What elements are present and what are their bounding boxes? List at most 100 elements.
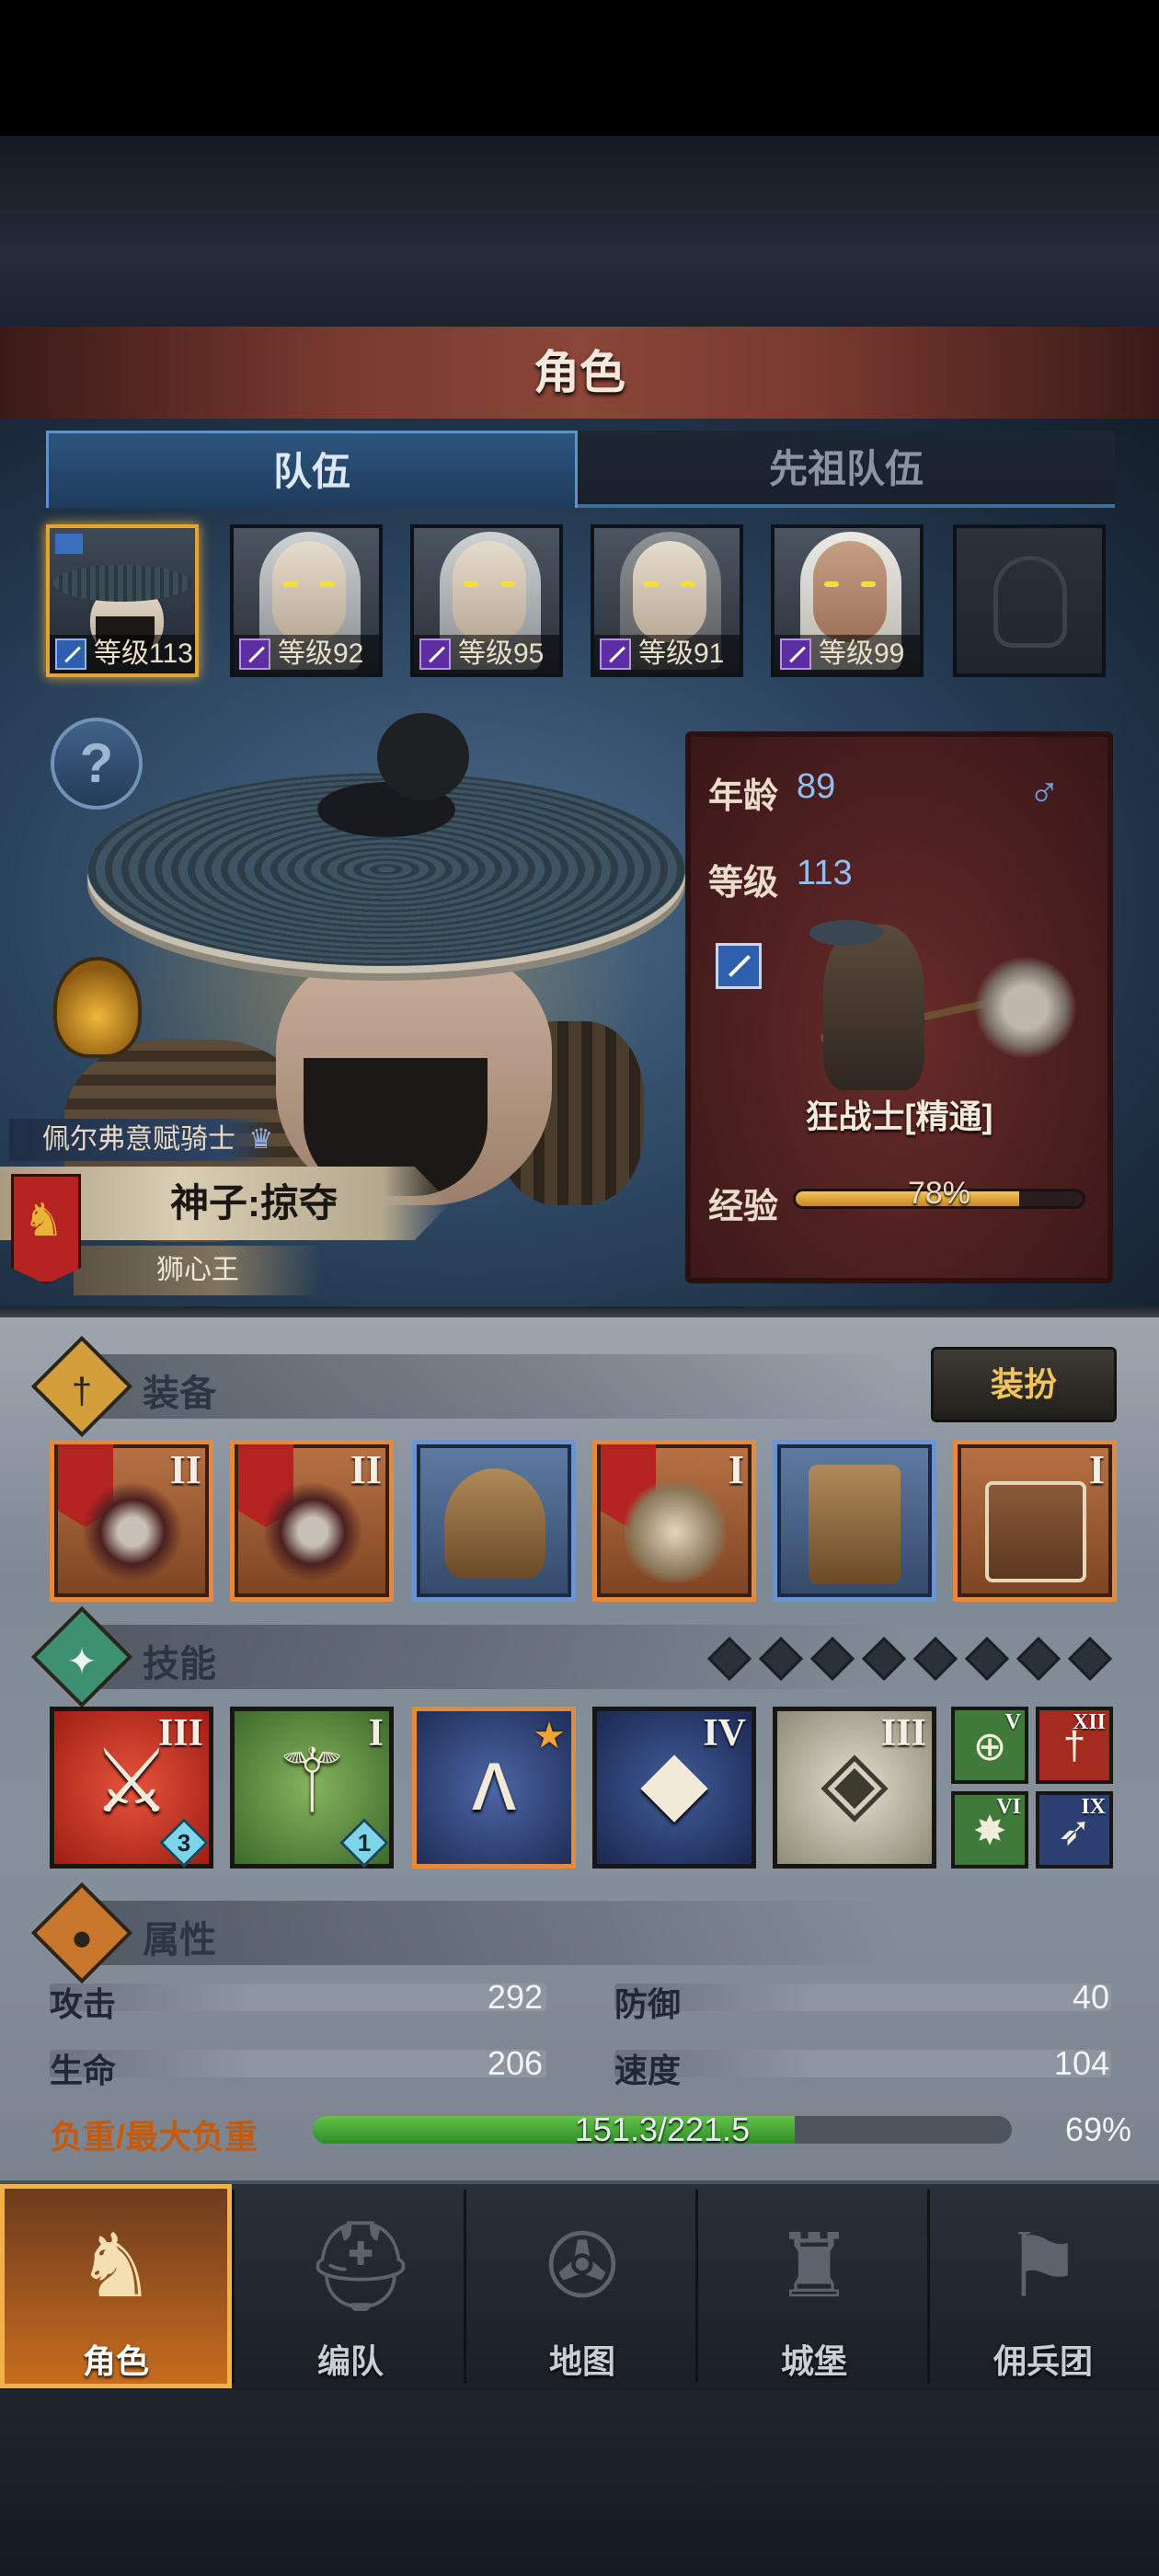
nav-castle[interactable]: ♜ 城堡 xyxy=(698,2184,930,2388)
load-percent: 69% xyxy=(1064,2110,1131,2148)
gender-male-icon: ♂ xyxy=(1028,766,1061,814)
help-button[interactable]: ? xyxy=(51,718,143,810)
exp-label: 经验 xyxy=(708,1188,779,1226)
tier-label: III xyxy=(880,1712,926,1754)
nav-label: 角色 xyxy=(82,2342,149,2380)
attributes-title: 属性 xyxy=(143,1920,216,1961)
skill-count: 1 xyxy=(357,1829,372,1857)
skill-slot-3[interactable]: ʌ ★ xyxy=(412,1707,576,1869)
star-badge-icon: ★ xyxy=(533,1716,566,1756)
portrait-eye xyxy=(320,581,335,587)
level-tag: 等级91 xyxy=(594,635,740,673)
skill-slot-1[interactable]: ⚔ III 3 xyxy=(50,1707,213,1869)
party-member-3[interactable]: 等级95 xyxy=(410,524,563,677)
exp-percent: 78% xyxy=(907,1176,971,1211)
crown-icon: ♛ xyxy=(248,1124,274,1155)
defense-value: 40 xyxy=(1072,1978,1109,2016)
empty-knight-icon xyxy=(993,556,1067,648)
portrait-eye xyxy=(464,581,478,587)
skill-slot-5[interactable]: ◈ III xyxy=(773,1707,936,1869)
party-member-empty-slot[interactable] xyxy=(953,524,1106,677)
party-member-4[interactable]: 等级91 xyxy=(591,524,743,677)
level-tag: 等级113 xyxy=(50,635,195,673)
passive-skill-3[interactable]: ✸ VI xyxy=(951,1791,1028,1869)
party-member-2[interactable]: 等级92 xyxy=(230,524,383,677)
level-value: 113 xyxy=(797,854,853,892)
halberd-head xyxy=(975,957,1076,1058)
tab-ancestor-team[interactable]: 先祖队伍 xyxy=(578,431,1115,508)
berserker-figure xyxy=(823,925,924,1090)
screen-bottom-bg xyxy=(0,2390,1159,2576)
top-banner-area xyxy=(0,136,1159,329)
portrait-face xyxy=(633,541,706,642)
age-label: 年龄 xyxy=(708,777,779,816)
nav-label: 地图 xyxy=(548,2342,615,2380)
speed-value: 104 xyxy=(1053,2044,1109,2082)
equipment-slot-boots[interactable] xyxy=(773,1440,936,1602)
skill-slot-4[interactable]: ◆ IV xyxy=(592,1707,756,1869)
defense-label: 防御 xyxy=(614,1985,682,2023)
star-icon: ✦ xyxy=(66,1641,98,1683)
class-sword-icon xyxy=(716,943,762,989)
portrait-eye xyxy=(861,581,876,587)
nav-character[interactable]: ♞ 角色 xyxy=(0,2184,232,2388)
castle-icon: ♜ xyxy=(774,2217,855,2316)
tier-label: I xyxy=(368,1712,384,1754)
portrait-face xyxy=(453,541,526,642)
hero-origin-label: 佩尔弗意赋骑士 xyxy=(42,1124,235,1155)
sword-icon: † xyxy=(71,1371,93,1412)
passive-skill-2[interactable]: † XII xyxy=(1036,1707,1113,1784)
nav-label: 编队 xyxy=(316,2342,384,2380)
equipment-slot-book[interactable]: I xyxy=(953,1440,1117,1602)
portrait-eye xyxy=(681,581,695,587)
class-staff-icon xyxy=(600,638,631,670)
leader-flag-icon xyxy=(55,534,83,554)
dress-up-button[interactable]: 装扮 xyxy=(931,1347,1117,1422)
equipment-slot-weapon-1[interactable]: II xyxy=(50,1440,213,1602)
hero-title: 狮心王 xyxy=(74,1246,322,1295)
portrait-eye xyxy=(824,581,839,587)
class-staff-icon xyxy=(780,638,811,670)
class-staff-icon xyxy=(239,638,270,670)
boots-icon xyxy=(809,1465,901,1584)
portrait-eye xyxy=(500,581,515,587)
attack-value: 292 xyxy=(487,1978,543,2016)
equipment-slot-weapon-2[interactable]: II xyxy=(230,1440,394,1602)
knight-icon: ♞ xyxy=(75,2217,156,2316)
passive-skill-1[interactable]: ⊕ V xyxy=(951,1707,1028,1784)
hero-origin: 佩尔弗意赋骑士 ♛ xyxy=(9,1119,276,1161)
nav-label: 佣兵团 xyxy=(993,2342,1093,2380)
tier-label: I xyxy=(1088,1447,1105,1492)
potion-icon[interactable] xyxy=(53,957,142,1058)
nav-mercenaries[interactable]: ⚑ 佣兵团 xyxy=(927,2184,1159,2388)
passive-skill-4[interactable]: ➶ IX xyxy=(1036,1791,1113,1869)
lion-banner-icon xyxy=(11,1174,81,1284)
portrait-face xyxy=(813,541,887,642)
tab-team[interactable]: 队伍 xyxy=(46,431,578,508)
speed-label: 速度 xyxy=(614,2052,682,2089)
skills-title: 技能 xyxy=(143,1644,216,1685)
tier-label: IV xyxy=(703,1712,746,1754)
spiked-axe-icon xyxy=(82,1481,183,1582)
party-member-5[interactable]: 等级99 xyxy=(771,524,924,677)
straw-hat-icon xyxy=(53,565,191,602)
level-tag: 等级99 xyxy=(775,635,920,673)
tier-label: I xyxy=(728,1447,744,1492)
equipment-slot-armor[interactable]: I xyxy=(592,1440,756,1602)
load-value: 151.3/221.5 xyxy=(574,2110,751,2148)
nav-label: 城堡 xyxy=(780,2342,847,2380)
skill-slot-2[interactable]: ⚚ I 1 xyxy=(230,1707,394,1869)
nav-map[interactable]: ✇ 地图 xyxy=(466,2184,698,2388)
level-label: 等级113 xyxy=(94,638,193,669)
equipment-slot-helmet[interactable] xyxy=(412,1440,576,1602)
party-member-1[interactable]: 等级113 xyxy=(46,524,199,677)
helmet-icon xyxy=(444,1468,545,1579)
page-title: 角色 xyxy=(534,347,625,398)
portrait-eye xyxy=(644,581,659,587)
berserker-hat xyxy=(809,920,883,946)
hp-label: 生命 xyxy=(50,2052,117,2089)
helmet-formation-icon: ⛑ xyxy=(304,2217,417,2316)
tome-icon xyxy=(985,1481,1086,1582)
nav-formation[interactable]: ⛑ 编队 xyxy=(235,2184,466,2388)
portrait-face xyxy=(272,541,346,642)
